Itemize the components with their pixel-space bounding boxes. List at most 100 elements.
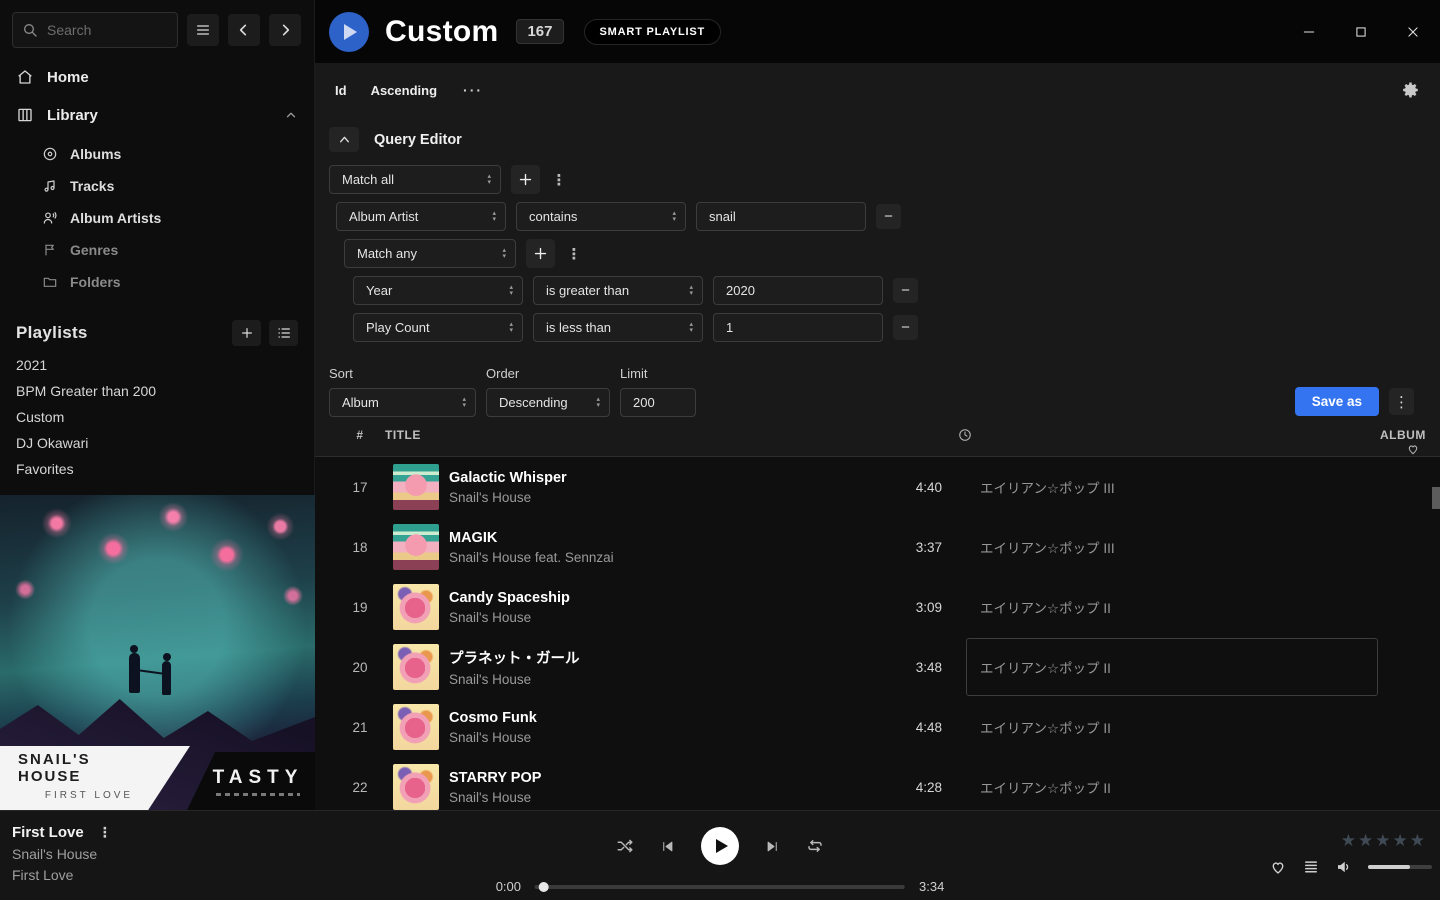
vertical-scrollbar[interactable] <box>1432 487 1440 509</box>
playlist-item[interactable]: DJ Okawari <box>0 430 314 456</box>
track-album[interactable]: エイリアン☆ポップ II <box>980 577 1380 637</box>
playlist-item[interactable]: Favorites <box>0 456 314 482</box>
column-title[interactable]: TITLE <box>385 428 864 442</box>
table-row[interactable]: 21Cosmo FunkSnail's House4:48エイリアン☆ポップ I… <box>315 697 1440 757</box>
star-icon[interactable]: ★ <box>1393 831 1408 851</box>
rule-operator-select[interactable]: is less than ▴▾ <box>533 313 703 342</box>
star-icon[interactable]: ★ <box>1375 831 1390 851</box>
track-album[interactable]: エイリアン☆ポップ III <box>980 457 1380 517</box>
rating-stars[interactable]: ★★★★★ <box>1341 831 1425 851</box>
track-title: STARRY POP <box>449 770 864 786</box>
previous-track-icon[interactable] <box>660 839 675 854</box>
column-duration[interactable] <box>944 428 980 442</box>
volume-icon[interactable] <box>1335 858 1353 876</box>
rule-value-input[interactable] <box>696 202 866 231</box>
star-icon[interactable]: ★ <box>1358 831 1373 851</box>
album-art-thumbnail[interactable] <box>393 524 439 570</box>
volume-slider[interactable] <box>1368 865 1432 869</box>
column-album[interactable]: ALBUM <box>1380 428 1420 442</box>
album-art-thumbnail[interactable] <box>393 704 439 750</box>
sidebar-item-home[interactable]: Home <box>0 58 314 96</box>
playlist-item[interactable]: 2021 <box>0 352 314 378</box>
cover-label-name: TASTY <box>213 767 304 789</box>
now-playing-info: First Love ⋮ Snail's House First Love <box>12 824 112 883</box>
match-type-select[interactable]: Match any ▴▾ <box>344 239 516 268</box>
remove-rule-button[interactable]: − <box>893 315 918 340</box>
next-track-icon[interactable] <box>765 839 780 854</box>
now-playing-menu-button[interactable]: ⋮ <box>98 824 112 841</box>
column-index[interactable]: # <box>335 428 385 442</box>
seek-bar[interactable] <box>535 885 905 889</box>
sidebar-item-genres[interactable]: Genres <box>0 234 314 266</box>
sort-select[interactable]: Album ▴▾ <box>329 388 476 417</box>
seek-thumb[interactable] <box>539 882 549 892</box>
track-album[interactable]: エイリアン☆ポップ II <box>980 697 1380 757</box>
track-album[interactable]: エイリアン☆ポップ II <box>980 757 1380 810</box>
window-close-button[interactable] <box>1402 21 1424 43</box>
rule-operator-select[interactable]: is greater than ▴▾ <box>533 276 703 305</box>
window-minimize-button[interactable] <box>1298 21 1320 43</box>
sidebar-item-folders[interactable]: Folders <box>0 266 314 298</box>
now-playing-cover-art[interactable]: SNAIL'S HOUSE FIRST LOVE TASTY <box>0 495 315 810</box>
save-menu-button[interactable]: ⋮ <box>1389 388 1414 415</box>
track-number: 20 <box>335 660 385 675</box>
repeat-icon[interactable] <box>806 837 824 855</box>
track-album[interactable]: エイリアン☆ポップ III <box>980 517 1380 577</box>
favorite-heart-icon[interactable] <box>1269 858 1287 876</box>
album-art-thumbnail[interactable] <box>393 584 439 630</box>
table-row[interactable]: 19Candy SpaceshipSnail's House3:09エイリアン☆… <box>315 577 1440 637</box>
play-playlist-button[interactable] <box>329 12 369 52</box>
match-type-select[interactable]: Match all ▴▾ <box>329 165 501 194</box>
album-art-thumbnail[interactable] <box>393 644 439 690</box>
sort-direction-button[interactable]: Ascending <box>371 83 437 98</box>
remove-rule-button[interactable]: − <box>876 204 901 229</box>
rule-field-select[interactable]: Year ▴▾ <box>353 276 523 305</box>
album-art-thumbnail[interactable] <box>393 464 439 510</box>
sidebar-item-library[interactable]: Library <box>0 96 314 134</box>
play-button[interactable] <box>701 827 739 865</box>
table-row[interactable]: 17Galactic WhisperSnail's House4:40エイリアン… <box>315 457 1440 517</box>
table-row[interactable]: 20プラネット・ガールSnail's House3:48エイリアン☆ポップ II <box>315 637 1440 697</box>
order-value: Descending <box>499 395 568 410</box>
add-rule-button[interactable] <box>511 165 540 194</box>
add-rule-button[interactable] <box>526 239 555 268</box>
rule-field-select[interactable]: Play Count ▴▾ <box>353 313 523 342</box>
menu-button[interactable] <box>187 14 219 46</box>
rule-value-input[interactable] <box>713 276 883 305</box>
rule-group-menu-button[interactable]: ⋮ <box>550 171 568 189</box>
star-icon[interactable]: ★ <box>1410 831 1425 851</box>
limit-input[interactable] <box>620 388 696 417</box>
collapse-query-editor-button[interactable] <box>329 127 359 152</box>
remove-rule-button[interactable]: − <box>893 278 918 303</box>
sidebar-item-tracks[interactable]: Tracks <box>0 170 314 202</box>
queue-icon[interactable] <box>1302 858 1320 876</box>
shuffle-icon[interactable] <box>616 837 634 855</box>
track-album[interactable]: エイリアン☆ポップ II <box>966 638 1378 696</box>
order-select[interactable]: Descending ▴▾ <box>486 388 610 417</box>
table-row[interactable]: 22STARRY POPSnail's House4:28エイリアン☆ポップ I… <box>315 757 1440 810</box>
window-maximize-button[interactable] <box>1350 21 1372 43</box>
rule-value-input[interactable] <box>713 313 883 342</box>
sort-field-button[interactable]: Id <box>335 83 347 98</box>
playlist-item[interactable]: Custom <box>0 404 314 430</box>
playlist-item[interactable]: BPM Greater than 200 <box>0 378 314 404</box>
column-favorite[interactable] <box>1380 442 1420 456</box>
nav-forward-button[interactable] <box>269 14 301 46</box>
star-icon[interactable]: ★ <box>1341 831 1356 851</box>
add-playlist-button[interactable] <box>232 320 261 346</box>
track-number: 18 <box>335 540 385 555</box>
gear-icon[interactable] <box>1402 81 1420 99</box>
save-as-button[interactable]: Save as <box>1295 387 1379 416</box>
rule-field-select[interactable]: Album Artist ▴▾ <box>336 202 506 231</box>
rule-group-menu-button[interactable]: ⋮ <box>565 245 583 263</box>
more-options-button[interactable]: ··· <box>463 82 483 98</box>
chevron-up-icon[interactable] <box>284 108 298 122</box>
sidebar-item-albums[interactable]: Albums <box>0 138 314 170</box>
play-icon <box>344 24 357 40</box>
sidebar-item-album-artists[interactable]: Album Artists <box>0 202 314 234</box>
nav-back-button[interactable] <box>228 14 260 46</box>
playlist-list-button[interactable] <box>269 320 298 346</box>
table-row[interactable]: 18MAGIKSnail's House feat. Sennzai3:37エイ… <box>315 517 1440 577</box>
rule-operator-select[interactable]: contains ▴▾ <box>516 202 686 231</box>
album-art-thumbnail[interactable] <box>393 764 439 810</box>
